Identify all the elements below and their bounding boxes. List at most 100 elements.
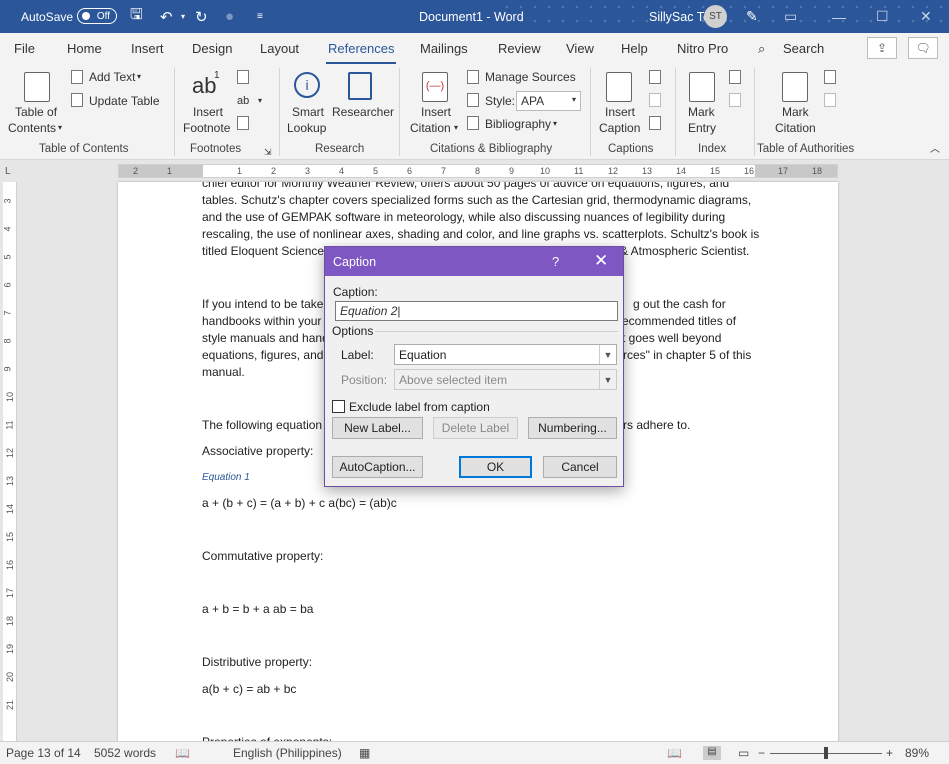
zoom-level[interactable]: 89% — [905, 746, 929, 760]
tab-insert[interactable]: Insert — [131, 41, 164, 56]
ok-button[interactable]: OK — [459, 456, 532, 478]
tab-selector-icon[interactable]: L — [5, 166, 11, 177]
zoom-in-icon[interactable]: + — [886, 746, 893, 760]
add-text-button[interactable]: Add Text — [89, 69, 135, 85]
tab-view[interactable]: View — [566, 41, 594, 56]
minimize-icon[interactable]: — — [832, 0, 846, 33]
mark-entry-label-2[interactable]: Entry — [688, 120, 716, 136]
next-footnote-dropdown-icon[interactable]: ▾ — [258, 93, 262, 109]
researcher-button[interactable]: Researcher — [332, 104, 394, 120]
smart-lookup-icon[interactable]: i — [294, 72, 320, 98]
style-select[interactable]: APA ▾ — [516, 91, 581, 111]
collapse-ribbon-icon[interactable]: ︿ — [930, 142, 940, 158]
bibliography-button[interactable]: Bibliography — [485, 116, 551, 132]
toc-label-1[interactable]: Table of — [15, 104, 57, 120]
track-changes-icon[interactable]: ▦ — [359, 746, 370, 760]
label-select[interactable]: Equation ▼ — [394, 344, 617, 365]
search-label[interactable]: Search — [783, 41, 824, 56]
mark-citation-label-2[interactable]: Citation — [775, 120, 816, 136]
avatar[interactable]: ST — [704, 5, 727, 28]
read-mode-icon[interactable]: 📖 — [667, 746, 682, 760]
numbering-button[interactable]: Numbering... — [528, 417, 617, 439]
mark-citation-icon[interactable] — [782, 72, 808, 102]
update-index-icon[interactable] — [729, 93, 741, 107]
insert-toa-icon[interactable] — [824, 70, 836, 84]
share-icon[interactable]: ⇪ — [867, 37, 897, 59]
vertical-ruler[interactable]: 3 4 5 6 7 8 9 10 11 12 13 14 15 16 17 18… — [3, 182, 17, 742]
add-text-dropdown-icon[interactable]: ▾ — [137, 69, 141, 85]
bibliography-dropdown-icon[interactable]: ▾ — [553, 116, 557, 132]
save-icon[interactable]: 🖫 — [130, 0, 143, 33]
update-toa-icon[interactable] — [824, 93, 836, 107]
circle-icon[interactable]: ● — [225, 0, 234, 33]
horizontal-ruler[interactable]: 2 1 1 2 3 4 5 6 7 8 9 10 11 12 13 14 15 … — [118, 164, 838, 178]
tab-nitro-pro[interactable]: Nitro Pro — [677, 41, 728, 56]
mark-entry-icon[interactable] — [689, 72, 715, 102]
zoom-slider-thumb[interactable] — [824, 747, 828, 759]
update-table-button[interactable]: Update Table — [89, 93, 160, 109]
cancel-button[interactable]: Cancel — [543, 456, 617, 478]
smart-lookup-label-1[interactable]: Smart — [292, 104, 324, 120]
exclude-label-text[interactable]: Exclude label from caption — [349, 400, 490, 414]
web-layout-icon[interactable]: ▭ — [738, 746, 749, 760]
tab-design[interactable]: Design — [192, 41, 232, 56]
insert-caption-label-2[interactable]: Caption — [599, 120, 640, 136]
zoom-out-icon[interactable]: − — [758, 746, 765, 760]
new-label-button[interactable]: New Label... — [332, 417, 423, 439]
add-text-icon[interactable] — [71, 70, 83, 84]
redo-icon[interactable]: ↻ — [195, 0, 208, 33]
language[interactable]: English (Philippines) — [233, 746, 342, 760]
ribbon-display-icon[interactable]: ▭ — [784, 0, 797, 33]
tab-layout[interactable]: Layout — [260, 41, 299, 56]
tab-mailings[interactable]: Mailings — [420, 41, 468, 56]
close-icon[interactable]: ✕ — [594, 251, 608, 271]
word-count[interactable]: 5052 words — [94, 746, 156, 760]
page-count[interactable]: Page 13 of 14 — [6, 746, 81, 760]
insert-index-icon[interactable] — [729, 70, 741, 84]
insert-citation-label-1[interactable]: Insert — [421, 104, 451, 120]
insert-footnote-label-1[interactable]: Insert — [193, 104, 223, 120]
proofing-icon[interactable]: 📖 — [175, 746, 190, 760]
insert-table-of-figures-icon[interactable] — [649, 70, 661, 84]
close-window-icon[interactable]: ✕ — [920, 0, 932, 33]
exclude-label-checkbox[interactable] — [332, 400, 345, 413]
tab-references[interactable]: References — [325, 41, 397, 65]
toc-dropdown-icon[interactable]: ▾ — [58, 120, 62, 136]
undo-icon[interactable]: ↶ — [160, 0, 173, 33]
maximize-icon[interactable]: ☐ — [876, 0, 889, 33]
insert-citation-icon[interactable]: (—) — [422, 72, 448, 102]
manage-sources-icon[interactable] — [467, 70, 479, 84]
mark-citation-label-1[interactable]: Mark — [782, 104, 809, 120]
next-footnote-icon[interactable]: ab — [237, 93, 249, 109]
insert-citation-label-2[interactable]: Citation — [410, 120, 451, 136]
insert-footnote-label-2[interactable]: Footnote — [183, 120, 230, 136]
show-notes-icon[interactable] — [237, 116, 249, 130]
insert-endnote-icon[interactable] — [237, 70, 249, 84]
insert-caption-icon[interactable] — [606, 72, 632, 102]
footnote-ab-icon[interactable]: ab — [192, 74, 216, 98]
researcher-icon[interactable] — [348, 72, 372, 100]
bibliography-icon[interactable] — [467, 116, 479, 130]
print-layout-icon[interactable]: ▤ — [703, 746, 721, 760]
search-icon[interactable]: ⌕ — [758, 41, 765, 57]
customize-toolbar-icon[interactable]: ≡ — [257, 0, 263, 33]
insert-citation-dropdown-icon[interactable]: ▾ — [454, 120, 458, 136]
cross-reference-icon[interactable] — [649, 116, 661, 130]
tab-help[interactable]: Help — [621, 41, 648, 56]
autosave-toggle[interactable]: Off — [77, 8, 117, 24]
comments-icon[interactable]: 🗨 — [908, 37, 938, 59]
update-table-icon[interactable] — [71, 93, 83, 107]
footnotes-launcher-icon[interactable]: ⇲ — [264, 144, 272, 160]
help-icon[interactable]: ? — [552, 254, 559, 269]
tab-home[interactable]: Home — [67, 41, 102, 56]
pen-icon[interactable]: ✎ — [746, 0, 758, 33]
manage-sources-button[interactable]: Manage Sources — [485, 69, 576, 85]
mark-entry-label-1[interactable]: Mark — [688, 104, 715, 120]
insert-caption-label-1[interactable]: Insert — [605, 104, 635, 120]
tab-review[interactable]: Review — [498, 41, 541, 56]
undo-dropdown-icon[interactable]: ▾ — [181, 0, 185, 33]
toc-label-2[interactable]: Contents — [8, 120, 56, 136]
autocaption-button[interactable]: AutoCaption... — [332, 456, 423, 478]
update-table-icon-2[interactable] — [649, 93, 661, 107]
dialog-title-bar[interactable]: Caption ? ✕ — [325, 247, 623, 276]
